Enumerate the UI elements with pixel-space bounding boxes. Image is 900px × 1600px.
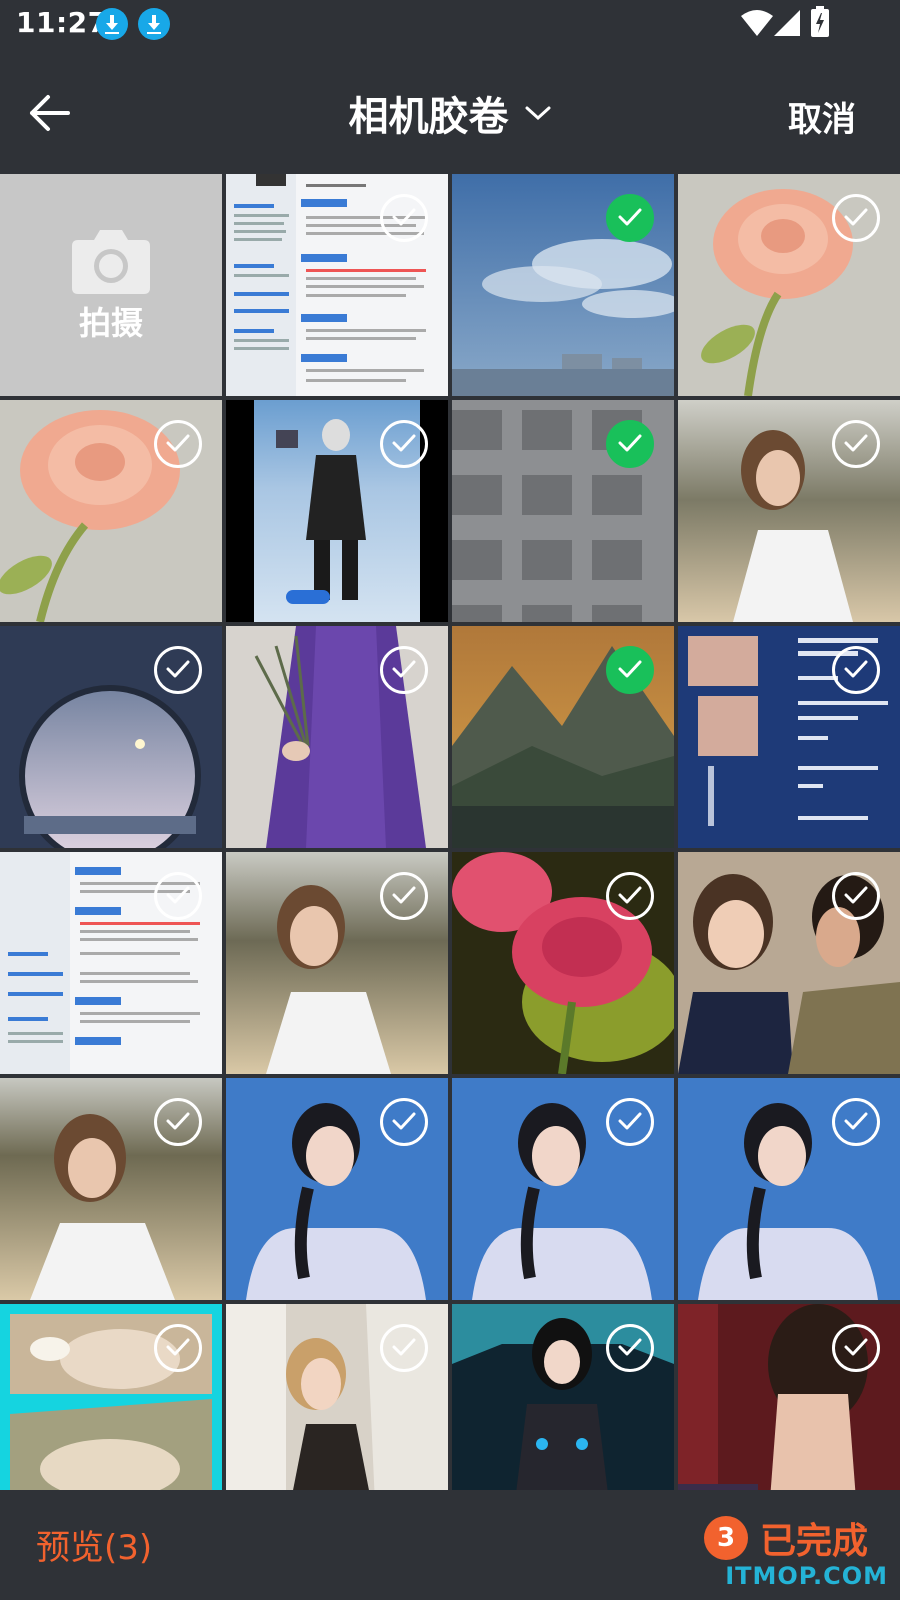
select-checkbox[interactable]: [380, 872, 428, 920]
photo-tile[interactable]: [0, 400, 222, 622]
select-checkbox[interactable]: [832, 646, 880, 694]
photo-tile[interactable]: [452, 174, 674, 396]
photo-tile[interactable]: [678, 174, 900, 396]
check-icon: [618, 1338, 642, 1356]
select-checkbox[interactable]: [380, 420, 428, 468]
photo-tile[interactable]: [452, 1078, 674, 1300]
check-icon: [618, 434, 642, 452]
done-label: 已完成: [760, 1521, 869, 1562]
photo-tile[interactable]: [0, 626, 222, 848]
check-icon: [166, 1338, 190, 1356]
check-icon: [844, 1112, 868, 1130]
selected-checkbox[interactable]: [606, 194, 654, 242]
check-icon: [392, 886, 416, 904]
select-checkbox[interactable]: [606, 872, 654, 920]
signal-icon: [774, 10, 800, 36]
cancel-button[interactable]: 取消: [788, 92, 856, 141]
chevron-down-icon: [525, 106, 551, 121]
photo-tile[interactable]: [678, 626, 900, 848]
check-icon: [392, 208, 416, 226]
photo-tile[interactable]: [226, 1304, 448, 1490]
photo-tile[interactable]: [0, 1078, 222, 1300]
photo-tile[interactable]: [678, 852, 900, 1074]
album-selector[interactable]: 相机胶卷: [0, 84, 900, 140]
photo-tile[interactable]: [678, 1304, 900, 1490]
wifi-icon: [741, 10, 773, 36]
photo-tile[interactable]: [452, 626, 674, 848]
photo-tile[interactable]: [678, 1078, 900, 1300]
select-checkbox[interactable]: [832, 872, 880, 920]
check-icon: [618, 660, 642, 678]
check-icon: [166, 434, 190, 452]
check-icon: [618, 208, 642, 226]
check-icon: [166, 660, 190, 678]
download-icon: [96, 8, 128, 40]
photo-tile[interactable]: [226, 626, 448, 848]
top-bar: 相机胶卷 取消: [0, 48, 900, 170]
selected-checkbox[interactable]: [606, 420, 654, 468]
select-checkbox[interactable]: [832, 1098, 880, 1146]
select-checkbox[interactable]: [380, 194, 428, 242]
photo-tile[interactable]: [0, 1304, 222, 1490]
select-checkbox[interactable]: [832, 420, 880, 468]
check-icon: [844, 660, 868, 678]
battery-charging-icon: [811, 6, 829, 37]
selected-checkbox[interactable]: [606, 646, 654, 694]
select-checkbox[interactable]: [154, 1098, 202, 1146]
watermark: ITMOP.COM: [725, 1562, 888, 1590]
check-icon: [844, 1338, 868, 1356]
camera-icon: [72, 230, 150, 294]
photo-tile[interactable]: [226, 400, 448, 622]
select-checkbox[interactable]: [380, 646, 428, 694]
check-icon: [844, 208, 868, 226]
done-button[interactable]: 3 已完成: [704, 1512, 868, 1568]
album-title: 相机胶卷: [348, 94, 509, 140]
download-icon: [138, 8, 170, 40]
photo-tile[interactable]: [452, 400, 674, 622]
select-checkbox[interactable]: [154, 420, 202, 468]
check-icon: [392, 1338, 416, 1356]
check-icon: [844, 886, 868, 904]
check-icon: [392, 660, 416, 678]
photo-tile[interactable]: [226, 174, 448, 396]
check-icon: [618, 886, 642, 904]
select-checkbox[interactable]: [380, 1098, 428, 1146]
check-icon: [166, 886, 190, 904]
select-checkbox[interactable]: [154, 872, 202, 920]
photo-tile[interactable]: [0, 852, 222, 1074]
check-icon: [844, 434, 868, 452]
select-checkbox[interactable]: [832, 194, 880, 242]
photo-tile[interactable]: [226, 852, 448, 1074]
photo-grid: 拍摄: [0, 174, 900, 1490]
select-checkbox[interactable]: [832, 1324, 880, 1372]
selected-count-badge: 3: [704, 1516, 748, 1560]
check-icon: [392, 1112, 416, 1130]
select-checkbox[interactable]: [154, 646, 202, 694]
select-checkbox[interactable]: [154, 1324, 202, 1372]
photo-picker-screen: 11:27 相机胶卷 取消 拍摄 预览(3) 3 已完成 ITMOP.COM: [0, 0, 900, 1600]
select-checkbox[interactable]: [606, 1098, 654, 1146]
bottom-bar: 预览(3) 3 已完成 ITMOP.COM: [0, 1490, 900, 1600]
photo-tile[interactable]: [226, 1078, 448, 1300]
camera-label: 拍摄: [78, 304, 143, 342]
status-time: 11:27: [16, 6, 108, 39]
check-icon: [618, 1112, 642, 1130]
camera-tile[interactable]: 拍摄: [0, 174, 222, 396]
photo-tile[interactable]: [452, 852, 674, 1074]
select-checkbox[interactable]: [606, 1324, 654, 1372]
preview-button[interactable]: 预览(3): [36, 1520, 152, 1569]
select-checkbox[interactable]: [380, 1324, 428, 1372]
check-icon: [166, 1112, 190, 1130]
photo-tile[interactable]: [452, 1304, 674, 1490]
check-icon: [392, 434, 416, 452]
photo-tile[interactable]: [678, 400, 900, 622]
status-bar: 11:27: [0, 0, 900, 48]
